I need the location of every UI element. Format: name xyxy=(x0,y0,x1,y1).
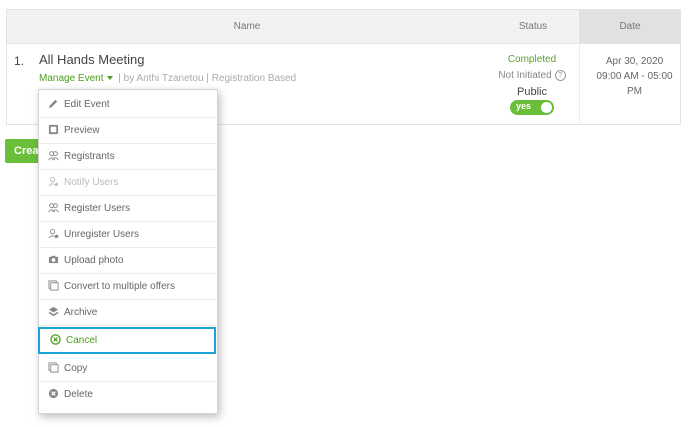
status-completed: Completed xyxy=(507,54,557,65)
delete-icon xyxy=(48,388,59,398)
menu-item-label: Notify Users xyxy=(64,177,119,188)
user-remove-icon xyxy=(48,228,59,239)
menu-item-copy[interactable]: Copy xyxy=(39,356,217,382)
date-cell: Apr 30, 2020 09:00 AM - 05:00 PM xyxy=(587,54,682,99)
event-title: All Hands Meeting xyxy=(39,52,145,67)
menu-item-upload-photo[interactable]: Upload photo xyxy=(39,248,217,274)
archive-icon xyxy=(48,306,59,316)
menu-item-edit-event[interactable]: Edit Event xyxy=(39,92,217,118)
menu-item-label: Delete xyxy=(64,389,93,400)
row-number: 1. xyxy=(14,54,25,68)
convert-icon xyxy=(48,280,59,291)
menu-item-label: Preview xyxy=(64,125,100,136)
status-not-initiated-label: Not Initiated xyxy=(498,70,552,82)
menu-item-label: Cancel xyxy=(66,335,98,346)
copy-icon xyxy=(48,362,59,373)
help-icon[interactable]: ? xyxy=(554,70,566,81)
menu-item-label: Convert to multiple offers xyxy=(64,281,175,292)
toggle-label: yes xyxy=(516,101,532,112)
manage-event-label: Manage Event xyxy=(39,73,104,84)
menu-item-notify-users[interactable]: Notify Users xyxy=(39,170,217,196)
menu-item-label: Register Users xyxy=(64,203,131,214)
menu-item-register-users[interactable]: Register Users xyxy=(39,196,217,222)
menu-item-convert-offers[interactable]: Convert to multiple offers xyxy=(39,274,217,300)
cancel-icon xyxy=(50,334,61,345)
menu-item-registrants[interactable]: Registrants xyxy=(39,144,217,170)
public-toggle[interactable]: yes xyxy=(510,100,554,116)
manage-event-menu: Edit Event Preview Registrants Notify Us… xyxy=(38,89,218,414)
status-not-initiated: Not Initiated? xyxy=(477,70,587,81)
column-header-name[interactable]: Name xyxy=(7,10,487,43)
menu-item-label: Archive xyxy=(64,307,98,318)
menu-item-label: Edit Event xyxy=(64,99,110,110)
camera-icon xyxy=(48,255,59,264)
date-line-1: Apr 30, 2020 xyxy=(605,56,664,67)
preview-icon xyxy=(48,124,59,134)
column-header-date[interactable]: Date xyxy=(579,10,681,43)
menu-item-unregister-users[interactable]: Unregister Users xyxy=(39,222,217,248)
menu-item-delete[interactable]: Delete xyxy=(39,382,217,408)
column-header-status[interactable]: Status xyxy=(487,10,579,43)
manage-event-dropdown[interactable]: Manage Event xyxy=(39,73,116,84)
status-cell: Completed Not Initiated? Public yes xyxy=(477,54,587,118)
event-type: Registration Based xyxy=(211,73,297,84)
event-meta: Manage Event | by Anthi Tzanetou | Regis… xyxy=(39,73,296,84)
menu-item-cancel[interactable]: Cancel xyxy=(38,327,216,354)
menu-item-label: Registrants xyxy=(64,151,115,162)
menu-item-label: Unregister Users xyxy=(64,229,140,240)
chevron-down-icon xyxy=(106,76,113,81)
pencil-icon xyxy=(48,99,58,108)
menu-item-preview[interactable]: Preview xyxy=(39,118,217,144)
users-icon xyxy=(48,203,59,213)
visibility-label: Public xyxy=(517,86,547,99)
users-icon xyxy=(48,151,59,161)
table-header: Name Status Date xyxy=(7,10,681,44)
toggle-knob xyxy=(541,102,552,114)
menu-item-label: Upload photo xyxy=(64,255,124,266)
menu-item-archive[interactable]: Archive xyxy=(39,300,217,326)
date-line-2: 09:00 AM - 05:00 xyxy=(596,71,673,82)
date-line-3: PM xyxy=(627,86,642,97)
event-author: | by Anthi Tzanetou | xyxy=(118,73,209,84)
user-notify-icon xyxy=(48,176,59,187)
menu-item-label: Copy xyxy=(64,363,88,374)
